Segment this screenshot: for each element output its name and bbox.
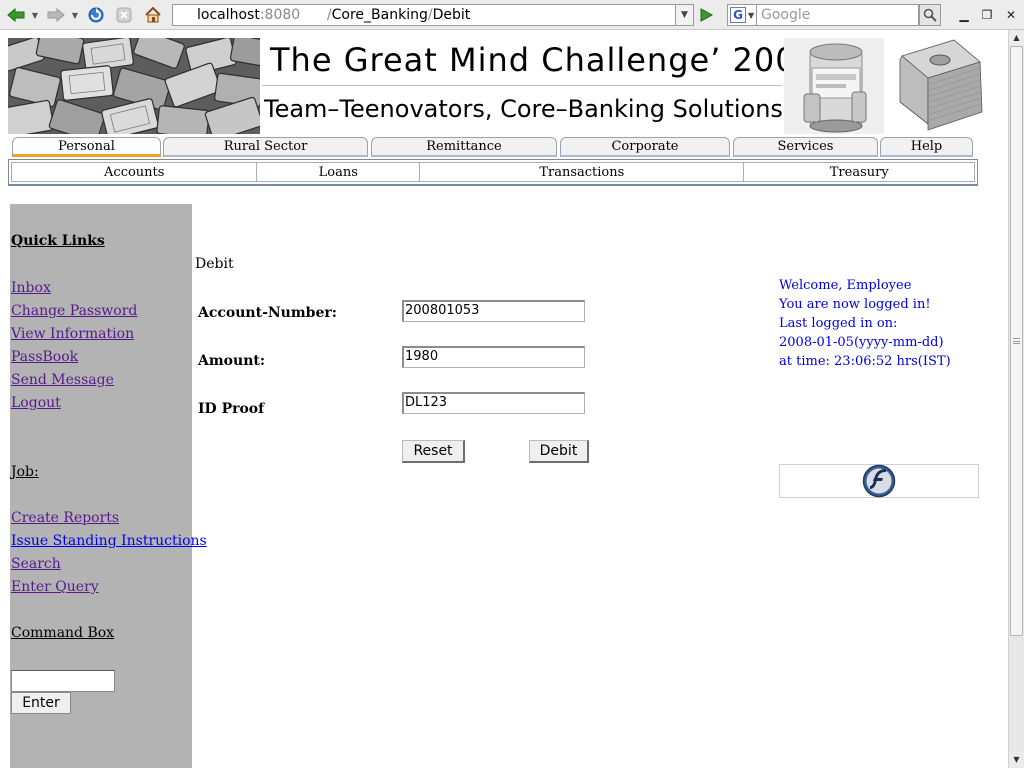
tab-personal[interactable]: Personal — [12, 137, 161, 157]
last-login-time: at time: 23:06:52 hrs(IST) — [779, 354, 951, 369]
sidebar-link-logout[interactable]: Logout — [11, 395, 61, 411]
minimize-button[interactable]: ▁ — [955, 6, 973, 24]
close-window-button[interactable]: ✕ — [1002, 6, 1020, 24]
id-proof-label: ID Proof — [198, 401, 265, 417]
sidebar-link-send-message[interactable]: Send Message — [11, 372, 114, 388]
silver-bars-image — [8, 38, 260, 134]
site-banner: The Great Mind Challenge’ 2007 Team–Teen… — [8, 38, 988, 134]
back-arrow-icon — [7, 7, 25, 23]
tab-corporate[interactable]: Corporate — [560, 137, 730, 157]
banner-title: The Great Mind Challenge’ 2007 — [270, 41, 818, 79]
tab-services[interactable]: Services — [733, 137, 878, 157]
banner-subtitle: Team–Teenovators, Core–Banking Solutions — [264, 95, 783, 123]
subnav-accounts[interactable]: Accounts — [12, 163, 258, 181]
back-history-dropdown[interactable]: ▼ — [30, 9, 40, 21]
home-icon — [145, 6, 161, 23]
last-login-date: 2008-01-05(yyyy-mm-dd) — [779, 335, 944, 350]
amount-label: Amount: — [198, 353, 266, 369]
url-path-segment: Debit — [432, 7, 471, 23]
sidebar-link-enter-query[interactable]: Enter Query — [11, 579, 99, 595]
cash-stack-image — [884, 38, 988, 134]
scroll-up-button[interactable]: ▲ — [1009, 30, 1024, 45]
command-box-heading: Command Box — [11, 625, 115, 641]
tab-help[interactable]: Help — [880, 137, 973, 157]
account-number-field[interactable]: 200801053 — [402, 300, 585, 322]
reset-button[interactable]: Reset — [402, 440, 465, 463]
scrollbar-thumb[interactable] — [1010, 46, 1023, 636]
forward-button[interactable] — [46, 5, 66, 25]
banner-divider — [262, 85, 782, 86]
sidebar-link-passbook[interactable]: PassBook — [11, 349, 78, 365]
login-status: Welcome, Employee You are now logged in!… — [779, 276, 979, 371]
url-path-segment: Core_Banking — [331, 7, 428, 23]
flash-icon — [862, 464, 896, 498]
stop-button[interactable] — [114, 5, 134, 25]
chevron-down-icon: ▼ — [748, 10, 755, 20]
tab-remittance[interactable]: Remittance — [371, 137, 557, 157]
amount-field[interactable]: 1980 — [402, 346, 585, 368]
sidebar-link-search[interactable]: Search — [11, 556, 61, 572]
search-engine-selector[interactable]: G ▼ — [727, 4, 757, 26]
subnav-treasury[interactable]: Treasury — [744, 163, 974, 181]
enter-button[interactable]: Enter — [11, 692, 71, 714]
back-button[interactable] — [6, 5, 26, 25]
stop-icon — [116, 7, 132, 23]
job-heading: Job: — [11, 464, 39, 480]
magnifier-icon — [923, 8, 937, 22]
sidebar-link-change-password[interactable]: Change Password — [11, 303, 137, 319]
close-icon: ✕ — [1005, 8, 1017, 22]
url-port: :8080 — [259, 7, 301, 23]
sidebar-link-view-information[interactable]: View Information — [11, 326, 134, 342]
restore-icon: ❐ — [981, 8, 993, 22]
grip-icon — [1013, 338, 1020, 344]
browser-toolbar: ▼ ▼ localhost:8080 /Core_Banking/Debit ▼… — [0, 0, 1024, 30]
google-icon: G — [730, 7, 746, 23]
reload-button[interactable] — [86, 5, 106, 25]
sidebar-link-create-reports[interactable]: Create Reports — [11, 510, 119, 526]
vertical-scrollbar[interactable]: ▲ ▼ — [1008, 30, 1024, 768]
sidebar-link-inbox[interactable]: Inbox — [11, 280, 51, 296]
tab-rural-sector[interactable]: Rural Sector — [163, 137, 368, 157]
logged-in-text: You are now logged in! — [779, 297, 931, 312]
account-number-label: Account-Number: — [198, 305, 337, 321]
coin-roll-image — [784, 38, 884, 134]
sidebar: Quick Links Inbox Change Password View I… — [10, 204, 207, 768]
minimize-icon: ▁ — [959, 8, 969, 22]
subnav-loans[interactable]: Loans — [257, 163, 421, 181]
restore-button[interactable]: ❐ — [978, 6, 996, 24]
search-input[interactable]: Google — [757, 4, 919, 26]
debit-button[interactable]: Debit — [529, 440, 589, 463]
address-bar[interactable]: localhost:8080 /Core_Banking/Debit — [172, 4, 676, 26]
play-arrow-icon — [700, 8, 714, 22]
sidebar-link-issue-standing-instructions[interactable]: Issue Standing Instructions — [11, 533, 207, 549]
go-button[interactable] — [696, 5, 716, 25]
triangle-up-icon: ▲ — [1013, 33, 1020, 42]
welcome-text: Welcome, Employee — [779, 278, 912, 293]
triangle-down-icon: ▼ — [1013, 755, 1020, 764]
forward-arrow-icon — [47, 7, 65, 23]
page-title: Debit — [195, 256, 234, 272]
id-proof-field[interactable]: DL123 — [402, 392, 585, 414]
forward-history-dropdown[interactable]: ▼ — [70, 9, 80, 21]
reload-icon — [88, 7, 104, 23]
last-login-label: Last logged in on: — [779, 316, 898, 331]
command-box-input[interactable] — [11, 670, 115, 692]
flash-plugin-placeholder[interactable] — [779, 464, 979, 498]
search-button[interactable] — [919, 4, 941, 26]
subnav-transactions[interactable]: Transactions — [420, 163, 745, 181]
quick-links-heading: Quick Links — [11, 233, 105, 249]
url-host: localhost — [197, 7, 260, 23]
sub-navigation: Accounts Loans Transactions Treasury — [8, 159, 978, 186]
home-button[interactable] — [143, 5, 163, 25]
url-history-dropdown[interactable]: ▼ — [676, 4, 694, 26]
chevron-down-icon: ▼ — [681, 10, 688, 20]
scroll-down-button[interactable]: ▼ — [1009, 752, 1024, 767]
